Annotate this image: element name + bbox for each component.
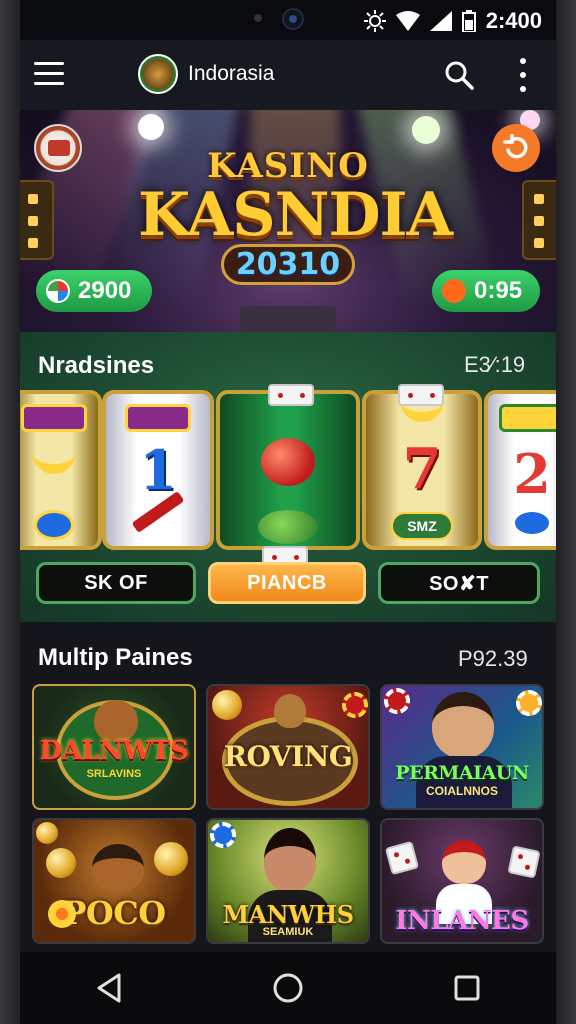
stage-light-icon <box>412 116 440 144</box>
banner-title-main: KASNDIA <box>138 180 453 250</box>
hamburger-menu-icon[interactable] <box>34 62 64 86</box>
game-tile[interactable]: POCO <box>32 818 196 944</box>
game-tile[interactable]: PERMAIAUN COIALNNOS <box>380 684 544 810</box>
leaf-symbol-icon <box>258 510 318 544</box>
battery-icon <box>461 10 476 32</box>
game-tile[interactable]: ROVING <box>206 684 370 810</box>
banner-year-plate: 20310 <box>220 244 356 285</box>
back-icon[interactable] <box>89 968 129 1008</box>
host-portrait <box>264 828 316 892</box>
more-options-icon[interactable] <box>516 58 530 92</box>
place-bet-button[interactable]: PIANCB <box>208 562 366 604</box>
balance-pill[interactable]: 2900 <box>36 270 152 312</box>
side-lights-right <box>522 180 556 260</box>
recents-icon[interactable] <box>447 968 487 1008</box>
chip-icon <box>342 692 368 718</box>
game-tile[interactable]: INLANES <box>380 818 544 944</box>
slots-section-title: Nradsines <box>38 352 155 379</box>
casino-badge-icon[interactable] <box>34 124 82 172</box>
dice-icon <box>507 845 541 879</box>
brightness-icon <box>363 10 386 32</box>
timer-value: 0:95 <box>474 277 523 304</box>
side-lights-left <box>20 180 54 260</box>
front-sensor <box>254 14 262 22</box>
bar-symbol-icon <box>125 404 191 432</box>
reel-badge: SMZ <box>391 512 453 540</box>
record-dot-icon <box>442 279 466 303</box>
game-title: PERMAIAUN <box>395 762 529 784</box>
stage-light-icon <box>138 114 164 140</box>
status-time: 2:400 <box>485 8 542 33</box>
coin-icon <box>212 690 242 720</box>
slot-reel[interactable]: 2 <box>484 390 556 550</box>
slots-section: Nradsines E3⁄:19 1 7 SMZ 2 SK OF PIANCB … <box>20 332 556 622</box>
chip-icon <box>384 688 410 714</box>
timer-pill[interactable]: 0:95 <box>432 270 540 312</box>
promo-banner[interactable]: KASINO KASNDIA 20310 2900 0:95 <box>20 110 556 332</box>
multiplayer-section: Multip Paines P92.39 DALNWTS SRLAVINS RO… <box>20 622 556 952</box>
dealer-portrait <box>432 692 494 758</box>
app-logo <box>138 54 178 94</box>
fruit-symbol-icon <box>261 438 315 486</box>
app-bar: Indorasia <box>20 40 556 110</box>
gem-symbol-icon <box>34 510 74 540</box>
globe-icon <box>46 279 70 303</box>
coin-icon <box>154 842 188 876</box>
dice-icon <box>268 384 314 406</box>
slot-reel[interactable]: 7 SMZ <box>362 390 482 550</box>
game-title: MANWHS <box>222 900 354 929</box>
game-tile[interactable]: MANWHS SEAMIUK <box>206 818 370 944</box>
beaver-mascot-icon <box>274 694 306 728</box>
dice-icon <box>398 384 444 406</box>
gem-symbol-icon <box>515 512 549 534</box>
wifi-icon <box>395 11 420 31</box>
game-title: DALNWTS <box>39 736 189 766</box>
slots-section-value: E3⁄:19 <box>464 352 526 377</box>
multiplayer-section-value: P92.39 <box>458 646 528 671</box>
sort-button[interactable]: SO✘T <box>378 562 540 604</box>
search-icon[interactable] <box>444 60 474 90</box>
refresh-icon[interactable] <box>492 124 540 172</box>
skip-button[interactable]: SK OF <box>36 562 196 604</box>
game-subtitle: SRLAVINS <box>86 768 142 780</box>
status-bar: 2:400 <box>20 0 556 40</box>
slot-reel-center[interactable] <box>216 390 360 550</box>
number-one-symbol-icon: 1 <box>139 438 177 502</box>
system-nav-bar <box>20 952 556 1024</box>
home-icon[interactable] <box>268 968 308 1008</box>
status-icons: 2:400 <box>363 8 542 34</box>
winner-character-icon <box>442 840 486 884</box>
multiplayer-section-title: Multip Paines <box>38 644 193 671</box>
game-tile[interactable]: DALNWTS SRLAVINS <box>32 684 196 810</box>
banner-year: 20310 <box>235 247 341 282</box>
coin-icon <box>36 822 58 844</box>
bar-symbol-icon <box>499 404 556 432</box>
chip-icon <box>210 822 236 848</box>
seven-symbol-icon: 7 <box>402 436 442 502</box>
slot-reel[interactable] <box>20 390 102 550</box>
game-subtitle: SEAMIUK <box>262 926 314 938</box>
signal-icon <box>429 11 452 31</box>
dice-icon <box>384 840 420 876</box>
front-camera <box>282 8 304 30</box>
coin-icon <box>46 848 76 878</box>
game-subtitle: COIALNNOS <box>426 784 498 798</box>
slot-reel[interactable]: 1 <box>102 390 214 550</box>
flower-icon <box>48 900 76 928</box>
chip-icon <box>516 690 542 716</box>
beaver-mascot-icon <box>92 844 144 892</box>
app-title: Indorasia <box>188 62 275 85</box>
screen: 2:400 Indorasia KASINO KASNDIA 20310 290… <box>20 0 556 1024</box>
banana-symbol-icon <box>32 452 76 474</box>
bar-symbol-icon <box>21 404 87 432</box>
stage-podium <box>240 306 336 332</box>
game-title: ROVING <box>223 740 353 773</box>
balance-value: 2900 <box>78 277 132 304</box>
number-two-symbol-icon: 2 <box>513 442 551 506</box>
banner-title-block: KASINO KASNDIA 20310 <box>138 146 453 285</box>
game-title: INLANES <box>395 906 529 936</box>
